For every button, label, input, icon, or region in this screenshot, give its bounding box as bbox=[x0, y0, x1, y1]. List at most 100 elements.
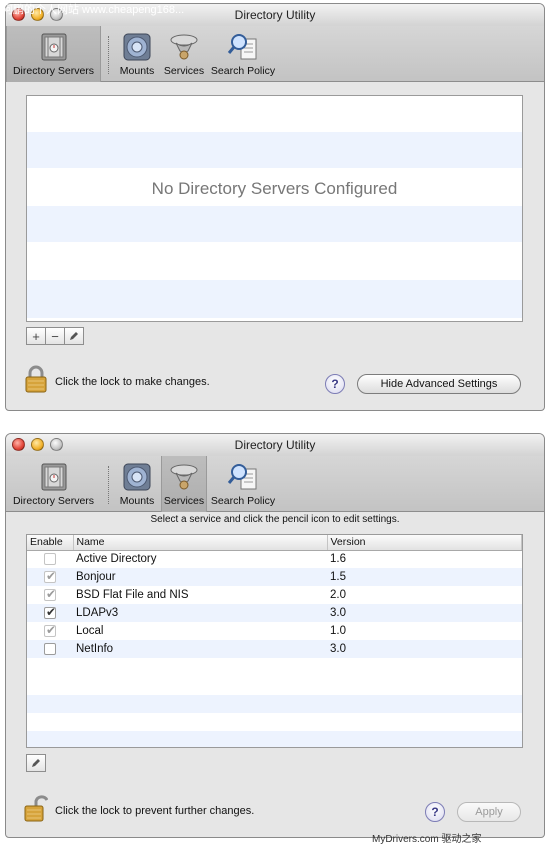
tab-label: Mounts bbox=[119, 65, 155, 77]
service-version: 3.0 bbox=[327, 640, 522, 658]
tab-label: Search Policy bbox=[210, 65, 276, 77]
service-name: Active Directory bbox=[76, 553, 157, 566]
servers-list[interactable]: No Directory Servers Configured bbox=[26, 95, 523, 322]
enable-cell bbox=[27, 568, 73, 586]
enable-checkbox[interactable] bbox=[44, 623, 56, 637]
remove-button[interactable]: − bbox=[45, 327, 65, 345]
services-table[interactable]: Enable Name Version Active Directory1.6B… bbox=[27, 535, 522, 658]
tab-label: Services bbox=[163, 65, 205, 77]
enable-checkbox[interactable] bbox=[44, 553, 56, 566]
tab-label: Directory Servers bbox=[12, 65, 95, 77]
search-policy-icon bbox=[227, 464, 257, 490]
lock-message: Click the lock to make changes. bbox=[55, 376, 210, 388]
column-header-name[interactable]: Name bbox=[73, 535, 328, 551]
directory-utility-window-bottom: Directory Utility Directory Servers Moun… bbox=[5, 433, 545, 838]
list-buttons: + − bbox=[26, 327, 84, 345]
table-row[interactable]: Active Directory 1.6 bbox=[27, 550, 522, 568]
service-name: LDAPv3 bbox=[73, 604, 327, 622]
minimize-button[interactable] bbox=[31, 438, 44, 451]
toolbar: Directory Servers Mounts Services Search… bbox=[6, 456, 544, 512]
table-header: Enable Name Version bbox=[27, 535, 522, 551]
enable-cell bbox=[27, 604, 73, 622]
list-row bbox=[27, 96, 522, 114]
column-header-version[interactable]: Version bbox=[327, 535, 522, 551]
table-row[interactable]: NetInfo 3.0 bbox=[27, 640, 522, 658]
enable-checkbox[interactable] bbox=[44, 605, 56, 619]
help-button[interactable]: ? bbox=[325, 374, 345, 394]
tab-services[interactable]: Services bbox=[162, 26, 206, 82]
directory-servers-icon bbox=[41, 33, 66, 61]
service-version: 1.0 bbox=[330, 625, 346, 637]
watermark-bottom: MyDrivers.com 驱动之家 bbox=[372, 834, 482, 845]
table-row[interactable]: Local 1.0 bbox=[27, 622, 522, 640]
tab-directory-servers[interactable]: Directory Servers bbox=[6, 26, 101, 82]
apply-button[interactable]: Apply bbox=[457, 802, 521, 822]
tab-label: Directory Servers bbox=[12, 495, 95, 507]
window-title: Directory Utility bbox=[234, 8, 316, 22]
list-row bbox=[27, 132, 522, 168]
service-name: Local bbox=[76, 625, 104, 637]
help-button[interactable]: ? bbox=[425, 802, 445, 822]
service-version: 3.0 bbox=[327, 604, 522, 622]
pencil-icon bbox=[70, 332, 78, 340]
table-row[interactable]: Bonjour1.5 bbox=[27, 568, 522, 586]
pencil-icon bbox=[32, 759, 40, 767]
window-controls bbox=[12, 438, 63, 451]
table-row[interactable]: BSD Flat File and NIS 2.0 bbox=[27, 586, 522, 604]
zoom-button[interactable] bbox=[50, 438, 63, 451]
enable-checkbox[interactable] bbox=[44, 642, 56, 655]
enable-cell bbox=[27, 622, 73, 640]
tab-label: Mounts bbox=[119, 495, 155, 507]
edit-button[interactable] bbox=[64, 327, 84, 345]
service-version: 2.0 bbox=[330, 589, 346, 601]
services-table-panel: Enable Name Version Active Directory1.6B… bbox=[26, 534, 523, 748]
tab-search-policy[interactable]: Search Policy bbox=[209, 26, 277, 82]
enable-cell bbox=[27, 586, 73, 604]
search-policy-icon bbox=[227, 34, 257, 60]
list-row bbox=[27, 206, 522, 242]
list-row bbox=[27, 280, 522, 318]
services-icon bbox=[170, 34, 198, 60]
tab-label: Search Policy bbox=[210, 495, 276, 507]
watermark-top: 阿鹏的个人网站 www.cheapeng168... bbox=[2, 4, 185, 16]
services-icon bbox=[170, 464, 198, 490]
lock-icon[interactable] bbox=[24, 365, 48, 393]
table-body: Active Directory1.6Bonjour1.5BSD Flat Fi… bbox=[27, 550, 522, 658]
tab-search-policy[interactable]: Search Policy bbox=[209, 456, 277, 512]
close-button[interactable] bbox=[12, 438, 25, 451]
title-bar[interactable]: Directory Utility bbox=[6, 434, 544, 456]
mounts-icon bbox=[123, 33, 151, 61]
directory-utility-window-top: Directory Utility Directory Servers Moun… bbox=[5, 3, 545, 411]
directory-servers-icon bbox=[41, 463, 66, 491]
tab-directory-servers[interactable]: Directory Servers bbox=[6, 456, 101, 512]
list-row bbox=[27, 695, 522, 713]
lock-message: Click the lock to prevent further change… bbox=[55, 805, 255, 817]
service-version: 1.6 bbox=[330, 553, 346, 566]
window-title: Directory Utility bbox=[234, 438, 316, 452]
tab-label: Services bbox=[163, 495, 205, 507]
add-button[interactable]: + bbox=[26, 327, 46, 345]
unlocked-lock-icon[interactable] bbox=[24, 794, 48, 822]
list-buttons bbox=[26, 754, 46, 772]
service-name: Bonjour bbox=[73, 568, 327, 586]
toolbar: Directory Servers Mounts Services Search… bbox=[6, 26, 544, 82]
tab-mounts[interactable]: Mounts bbox=[114, 26, 160, 82]
instruction-text: Select a service and click the pencil ic… bbox=[150, 514, 400, 525]
toolbar-separator bbox=[108, 36, 109, 74]
enable-checkbox[interactable] bbox=[44, 569, 56, 583]
empty-message: No Directory Servers Configured bbox=[151, 179, 398, 198]
service-version: 1.5 bbox=[327, 568, 522, 586]
edit-button[interactable] bbox=[26, 754, 46, 772]
table-row[interactable]: LDAPv33.0 bbox=[27, 604, 522, 622]
tab-services[interactable]: Services bbox=[161, 456, 207, 512]
list-row bbox=[27, 731, 522, 747]
enable-cell bbox=[27, 640, 73, 658]
tab-mounts[interactable]: Mounts bbox=[114, 456, 160, 512]
enable-cell bbox=[27, 550, 73, 568]
column-header-enable[interactable]: Enable bbox=[27, 535, 74, 551]
service-name: BSD Flat File and NIS bbox=[76, 589, 189, 601]
mounts-icon bbox=[123, 463, 151, 491]
enable-checkbox[interactable] bbox=[44, 587, 56, 601]
toolbar-separator bbox=[108, 466, 109, 504]
hide-advanced-settings-button[interactable]: Hide Advanced Settings bbox=[357, 374, 521, 394]
